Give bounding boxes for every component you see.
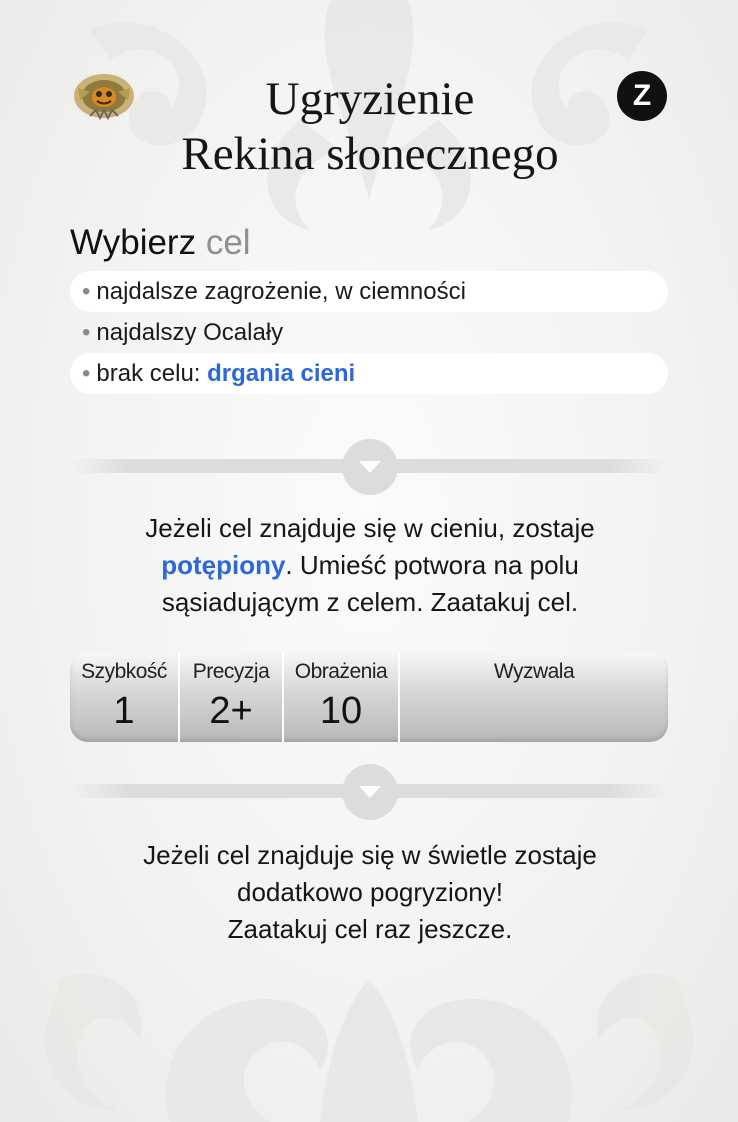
stat-value: 10: [319, 690, 363, 732]
chevron-down-icon: [342, 764, 398, 820]
stat-label: Obrażenia: [294, 660, 388, 683]
target-row-text: najdalszy Ocalały: [96, 319, 284, 346]
attack-stats-bar: Szybkość 1 Precyzja 2+ Obrażenia 10 Wyzw…: [70, 652, 668, 742]
effect-text-2: Jeżeli cel znajduje się w świetle zostaj…: [80, 837, 660, 948]
target-row-text: brak celu:: [96, 360, 201, 387]
target-row-keyword: drgania cieni: [207, 360, 356, 387]
card-type-badge: Z: [617, 71, 667, 121]
stat-value: 2+: [209, 690, 253, 732]
target-row: • najdalsze zagrożenie, w ciemności: [70, 271, 668, 312]
bullet-icon: •: [82, 278, 91, 305]
effect-1-part2: . Umieść potwora na polu: [285, 550, 579, 580]
effect-1-part1: Jeżeli cel znajduje się w cieniu, zostaj…: [145, 513, 595, 543]
effect-1-keyword: potępiony: [161, 550, 286, 580]
stat-label: Precyzja: [192, 660, 270, 683]
card-title: Ugryzienie Rekina słonecznego: [100, 72, 640, 182]
target-heading-word: Wybierz: [70, 223, 197, 262]
target-heading: Wybierz cel: [70, 222, 251, 264]
ai-card: Ugryzienie Rekina słonecznego Z Wybierz …: [0, 0, 738, 1122]
target-list: • najdalsze zagrożenie, w ciemności • na…: [70, 271, 668, 394]
effect-2-line3: Zaatakuj cel raz jeszcze.: [227, 914, 513, 944]
effect-2-line2: dodatkowo pogryziony!: [237, 877, 503, 907]
stat-value: 1: [113, 690, 135, 732]
stat-label: Szybkość: [81, 660, 167, 683]
section-divider: [70, 762, 668, 822]
card-title-line1: Ugryzienie: [265, 73, 475, 125]
stat-accuracy: Precyzja 2+: [180, 652, 284, 742]
effect-2-line1: Jeżeli cel znajduje się w świetle zostaj…: [143, 840, 597, 870]
stat-damage: Obrażenia 10: [284, 652, 400, 742]
target-row: • brak celu: drgania cieni: [70, 353, 668, 394]
effect-1-part3: sąsiadującym z celem. Zaatakuj cel.: [161, 587, 579, 617]
stat-speed: Szybkość 1: [70, 652, 180, 742]
section-divider: [70, 437, 668, 497]
chevron-down-icon: [342, 439, 398, 495]
card-title-line2: Rekina słonecznego: [181, 128, 559, 180]
stat-label: Wyzwala: [493, 660, 575, 683]
effect-text-1: Jeżeli cel znajduje się w cieniu, zostaj…: [80, 510, 660, 621]
target-row: • najdalszy Ocalały: [70, 312, 668, 353]
target-row-text: najdalsze zagrożenie, w ciemności: [96, 278, 466, 305]
bullet-icon: •: [82, 360, 91, 387]
target-heading-muted: cel: [205, 223, 251, 262]
stat-triggers: Wyzwala: [400, 652, 668, 742]
bullet-icon: •: [82, 319, 91, 346]
